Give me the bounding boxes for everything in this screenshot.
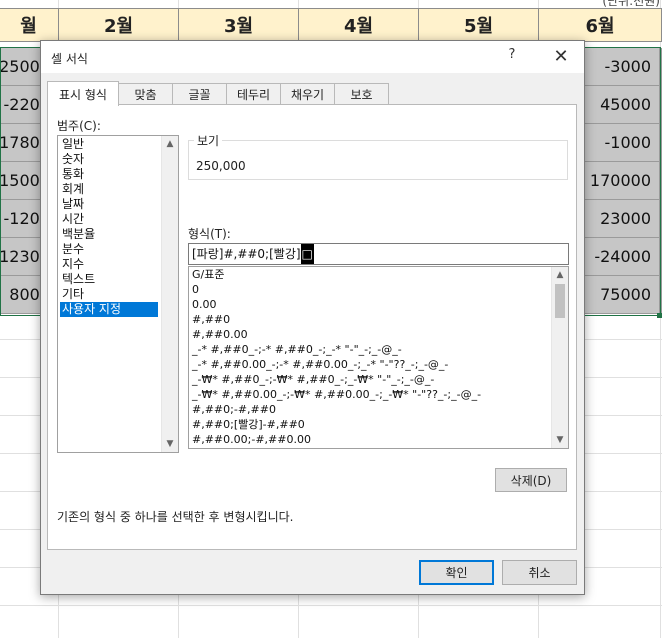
close-button[interactable]: ✕ [546, 43, 576, 71]
text-cursor: □ [300, 244, 314, 264]
header-cell[interactable]: 5월 [418, 8, 539, 42]
header-cell[interactable]: 6월 [538, 8, 662, 42]
category-item[interactable]: 회계 [60, 182, 158, 197]
header-cell[interactable]: 4월 [298, 8, 419, 42]
category-item[interactable]: 지수 [60, 257, 158, 272]
tab-font[interactable]: 글꼴 [172, 83, 227, 105]
sample-value: 250,000 [196, 159, 246, 173]
format-item[interactable]: #,##0.00 [192, 327, 248, 342]
fill-handle[interactable] [657, 313, 662, 318]
category-list[interactable]: 일반 숫자 통화 회계 날짜 시간 백분율 분수 지수 텍스트 기타 사용자 지… [57, 135, 179, 453]
category-label: 범주(C): [57, 119, 101, 133]
header-cell[interactable]: 2월 [58, 8, 179, 42]
format-item[interactable]: _-₩* #,##0.00_-;-₩* #,##0.00_-;_-₩* "-"?… [192, 387, 481, 402]
scroll-down-icon[interactable]: ▼ [552, 432, 568, 448]
grid-line [0, 605, 662, 606]
category-item[interactable]: 날짜 [60, 197, 158, 212]
format-item[interactable]: _-* #,##0.00_-;-* #,##0.00_-;_-* "-"??_-… [192, 357, 448, 372]
category-item[interactable]: 일반 [60, 137, 158, 152]
dialog-title: 셀 서식 [51, 52, 88, 66]
format-item[interactable]: #,##0.00;-#,##0.00 [192, 432, 311, 447]
category-item-selected[interactable]: 사용자 지정 [60, 302, 158, 317]
category-item[interactable]: 분수 [60, 242, 158, 257]
format-item[interactable]: #,##0 [192, 312, 230, 327]
format-label: 형식(T): [188, 227, 231, 241]
category-item[interactable]: 텍스트 [60, 272, 158, 287]
category-scrollbar[interactable]: ▲ ▼ [161, 136, 178, 452]
format-input[interactable]: [파랑]#,##0;[빨강]□ [188, 243, 569, 265]
delete-button[interactable]: 삭제(D) [495, 468, 567, 492]
category-item[interactable]: 백분율 [60, 227, 158, 242]
tab-alignment[interactable]: 맞춤 [118, 83, 173, 105]
format-item[interactable]: #,##0;[빨강]-#,##0 [192, 417, 305, 432]
category-item[interactable]: 시간 [60, 212, 158, 227]
dialog-titlebar[interactable]: 셀 서식 ? ✕ [41, 41, 584, 73]
format-item[interactable]: G/표준 [192, 267, 224, 282]
format-list[interactable]: G/표준 0 0.00 #,##0 #,##0.00 _-* #,##0_-;-… [188, 266, 569, 449]
header-cell[interactable]: 3월 [178, 8, 299, 42]
header-cell[interactable]: 월 [0, 8, 59, 42]
scroll-up-icon[interactable]: ▲ [552, 267, 568, 283]
format-cells-dialog: 셀 서식 ? ✕ 표시 형식 맞춤 글꼴 테두리 채우기 보호 범주(C): 일… [40, 40, 585, 595]
help-button[interactable]: ? [500, 47, 524, 62]
format-item[interactable]: _-* #,##0_-;-* #,##0_-;_-* "-"_-;_-@_- [192, 342, 402, 357]
category-item[interactable]: 기타 [60, 287, 158, 302]
scroll-up-icon[interactable]: ▲ [162, 136, 178, 152]
category-item[interactable]: 통화 [60, 167, 158, 182]
ok-button[interactable]: 확인 [419, 560, 494, 585]
tab-number-format[interactable]: 표시 형식 [47, 81, 119, 106]
category-item[interactable]: 숫자 [60, 152, 158, 167]
format-item[interactable]: #,##0;-#,##0 [192, 402, 276, 417]
format-item[interactable]: 0 [192, 282, 199, 297]
format-item[interactable]: _-₩* #,##0_-;-₩* #,##0_-;_-₩* "-"_-;_-@_… [192, 372, 434, 387]
tab-border[interactable]: 테두리 [226, 83, 281, 105]
scroll-thumb[interactable] [555, 284, 565, 318]
number-format-panel: 범주(C): 일반 숫자 통화 회계 날짜 시간 백분율 분수 지수 텍스트 기… [47, 104, 577, 550]
format-scrollbar[interactable]: ▲ ▼ [551, 267, 568, 448]
description-text: 기존의 형식 중 하나를 선택한 후 변형시킵니다. [57, 510, 294, 524]
cancel-button[interactable]: 취소 [502, 560, 577, 585]
format-input-value: [파랑]#,##0;[빨강] [192, 247, 301, 261]
tab-protection[interactable]: 보호 [334, 83, 389, 105]
tab-fill[interactable]: 채우기 [280, 83, 335, 105]
scroll-down-icon[interactable]: ▼ [162, 436, 178, 452]
format-item[interactable]: 0.00 [192, 297, 217, 312]
sample-label: 보기 [194, 132, 223, 149]
